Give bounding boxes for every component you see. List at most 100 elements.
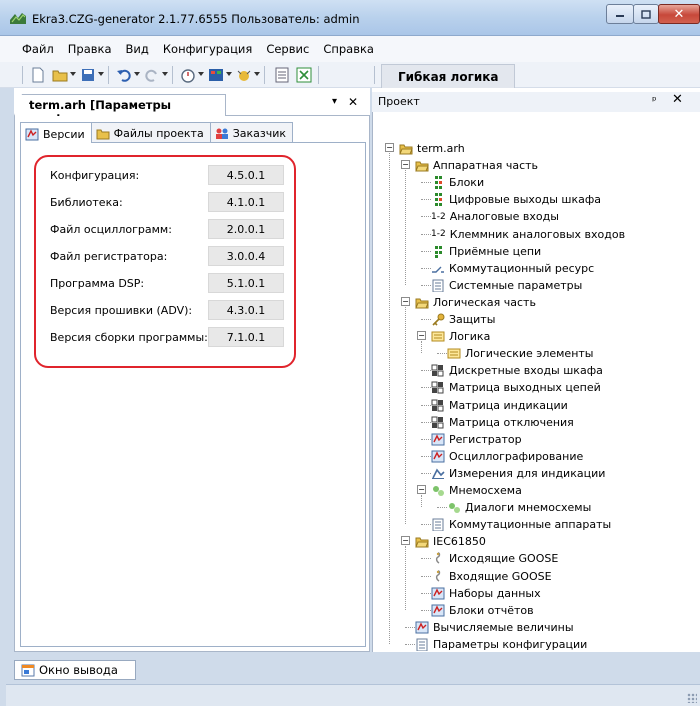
tree-item-label: Блоки отчётов	[449, 603, 534, 617]
tree-item[interactable]: Аппаратная часть	[415, 157, 538, 174]
tree-connector	[421, 609, 431, 611]
tree-item-label: Аналоговые входы	[449, 210, 559, 224]
redo-icon[interactable]	[144, 67, 160, 83]
tree-guide	[405, 306, 406, 525]
tree-guide	[389, 153, 390, 644]
tab-versions[interactable]: Версии	[20, 122, 92, 143]
tree-expander[interactable]: −	[417, 485, 426, 494]
tree-item[interactable]: Логические элементы	[447, 345, 594, 362]
menu-view[interactable]: Вид	[126, 42, 149, 56]
mnemo-icon	[449, 503, 460, 514]
tree-item[interactable]: Измерения для индикации	[431, 465, 605, 482]
open-dropdown-icon[interactable]	[70, 72, 76, 76]
version-label: Библиотека:	[50, 196, 123, 209]
tree-item[interactable]: Защиты	[431, 311, 495, 328]
tree-item[interactable]: Матрица выходных цепей	[431, 379, 601, 396]
tree-item[interactable]: term.arh	[399, 140, 465, 157]
tab-list-dropdown-icon[interactable]: ▾	[332, 96, 337, 107]
open-folder-icon[interactable]	[52, 67, 68, 83]
tree-item-label: Вычисляемые величины	[433, 620, 574, 634]
resize-grip-icon[interactable]	[687, 693, 697, 703]
close-button[interactable]: ✕	[658, 4, 700, 24]
tree-expander[interactable]: −	[385, 143, 394, 152]
tree-item-label: Осциллографирование	[449, 449, 584, 463]
tree-item[interactable]: Матрица индикации	[431, 397, 568, 414]
undo-icon[interactable]	[116, 67, 132, 83]
menu-help[interactable]: Справка	[323, 42, 374, 56]
timer-icon[interactable]	[180, 67, 196, 83]
tree-item-label: Логика	[449, 330, 491, 344]
project-tree: − − − − − − term.arh Аппаратная часть Блоки Цифр…	[372, 112, 700, 658]
tree-item[interactable]: Исходящие GOOSE	[431, 550, 558, 567]
properties-icon[interactable]	[274, 67, 290, 83]
menu-service[interactable]: Сервис	[266, 42, 309, 56]
tab-project-files[interactable]: Файлы проекта	[90, 122, 211, 142]
tree-item[interactable]: Блоки	[431, 174, 484, 191]
project-panel-header: Проект ᵖ ✕	[372, 92, 700, 112]
tab-versions-label: Версии	[43, 127, 85, 141]
menu-file[interactable]: Файл	[22, 42, 54, 56]
folder-open-icon	[399, 144, 413, 155]
redo-dropdown-icon[interactable]	[162, 72, 168, 76]
undo-dropdown-icon[interactable]	[134, 72, 140, 76]
flex-logic-tab[interactable]: Гибкая логика	[381, 64, 515, 88]
tree-expander[interactable]: −	[401, 296, 410, 306]
version-row: Файл осциллограмм: 2.0.0.1	[50, 219, 290, 241]
tree-connector	[421, 592, 431, 594]
menu-edit[interactable]: Правка	[68, 42, 112, 56]
tree-item[interactable]: Мнемосхема	[431, 482, 522, 499]
menu-configuration[interactable]: Конфигурация	[163, 42, 252, 56]
tree-item[interactable]: Блоки отчётов	[431, 602, 534, 619]
tree-connector	[421, 250, 431, 252]
tree-expander[interactable]: −	[401, 536, 410, 546]
export-icon[interactable]	[296, 67, 312, 83]
tree-item[interactable]: Матрица отключения	[431, 414, 574, 431]
timer-dropdown-icon[interactable]	[198, 72, 204, 76]
project-panel-close-icon[interactable]: ✕	[672, 92, 683, 107]
tree-item[interactable]: Системные параметры	[431, 277, 582, 294]
tree-item[interactable]: Осциллографирование	[431, 448, 583, 465]
tree-connector	[421, 421, 431, 423]
maximize-button[interactable]	[633, 4, 659, 24]
project-panel-title: Проект	[378, 95, 420, 108]
tree-item[interactable]: Входящие GOOSE	[431, 568, 552, 585]
matrix-icon	[431, 381, 444, 394]
save-icon[interactable]	[80, 67, 96, 83]
tree-expander[interactable]: −	[401, 160, 410, 170]
tree-connector	[421, 284, 431, 286]
tree-expander[interactable]: −	[417, 331, 426, 341]
device-dropdown-icon[interactable]	[226, 72, 232, 76]
subtab-strip: Версии Файлы проекта Заказчик	[20, 122, 294, 143]
tree-item[interactable]: Приёмные цепи	[431, 243, 541, 260]
tree-item[interactable]: Дискретные входы шкафа	[431, 362, 603, 379]
logic-icon	[431, 331, 445, 342]
tree-item[interactable]: Параметры конфигурации	[415, 636, 587, 653]
save-dropdown-icon[interactable]	[98, 72, 104, 76]
tree-item[interactable]: 1-2 Клеммник аналоговых входов	[431, 226, 625, 243]
tree-item[interactable]: Коммутационный ресурс	[431, 260, 594, 277]
document-tab[interactable]: term.arh [Параметры конфиг...	[14, 94, 226, 116]
tree-item[interactable]: Диалоги мнемосхемы	[447, 499, 591, 516]
tree-item[interactable]: Логика	[431, 328, 490, 345]
tree-item[interactable]: Коммутационные аппараты	[431, 516, 611, 533]
tab-customer[interactable]: Заказчик	[209, 122, 294, 142]
document-close-icon[interactable]: ✕	[348, 95, 358, 109]
tree-item-label: Логическая часть	[433, 295, 536, 309]
tree-item[interactable]: Логическая часть	[415, 294, 536, 311]
mnemo-icon	[433, 486, 444, 496]
output-window-tab[interactable]: Окно вывода	[14, 660, 136, 680]
new-file-icon[interactable]	[30, 67, 46, 83]
tree-item[interactable]: Вычисляемые величины	[415, 619, 574, 636]
tree-item[interactable]: Наборы данных	[431, 585, 541, 602]
analog-icon: 1-2	[431, 211, 446, 222]
debug-icon[interactable]	[236, 67, 252, 83]
tree-connector	[421, 267, 431, 269]
device-icon[interactable]	[208, 67, 224, 83]
pin-icon[interactable]: ᵖ	[652, 94, 657, 107]
debug-dropdown-icon[interactable]	[254, 72, 260, 76]
tree-item[interactable]: Цифровые выходы шкафа	[431, 191, 601, 208]
tree-item[interactable]: Регистратор	[431, 431, 522, 448]
tree-item[interactable]: IEC61850	[415, 533, 486, 550]
minimize-button[interactable]	[606, 4, 634, 24]
tree-item[interactable]: 1-2 Аналоговые входы	[431, 208, 559, 225]
